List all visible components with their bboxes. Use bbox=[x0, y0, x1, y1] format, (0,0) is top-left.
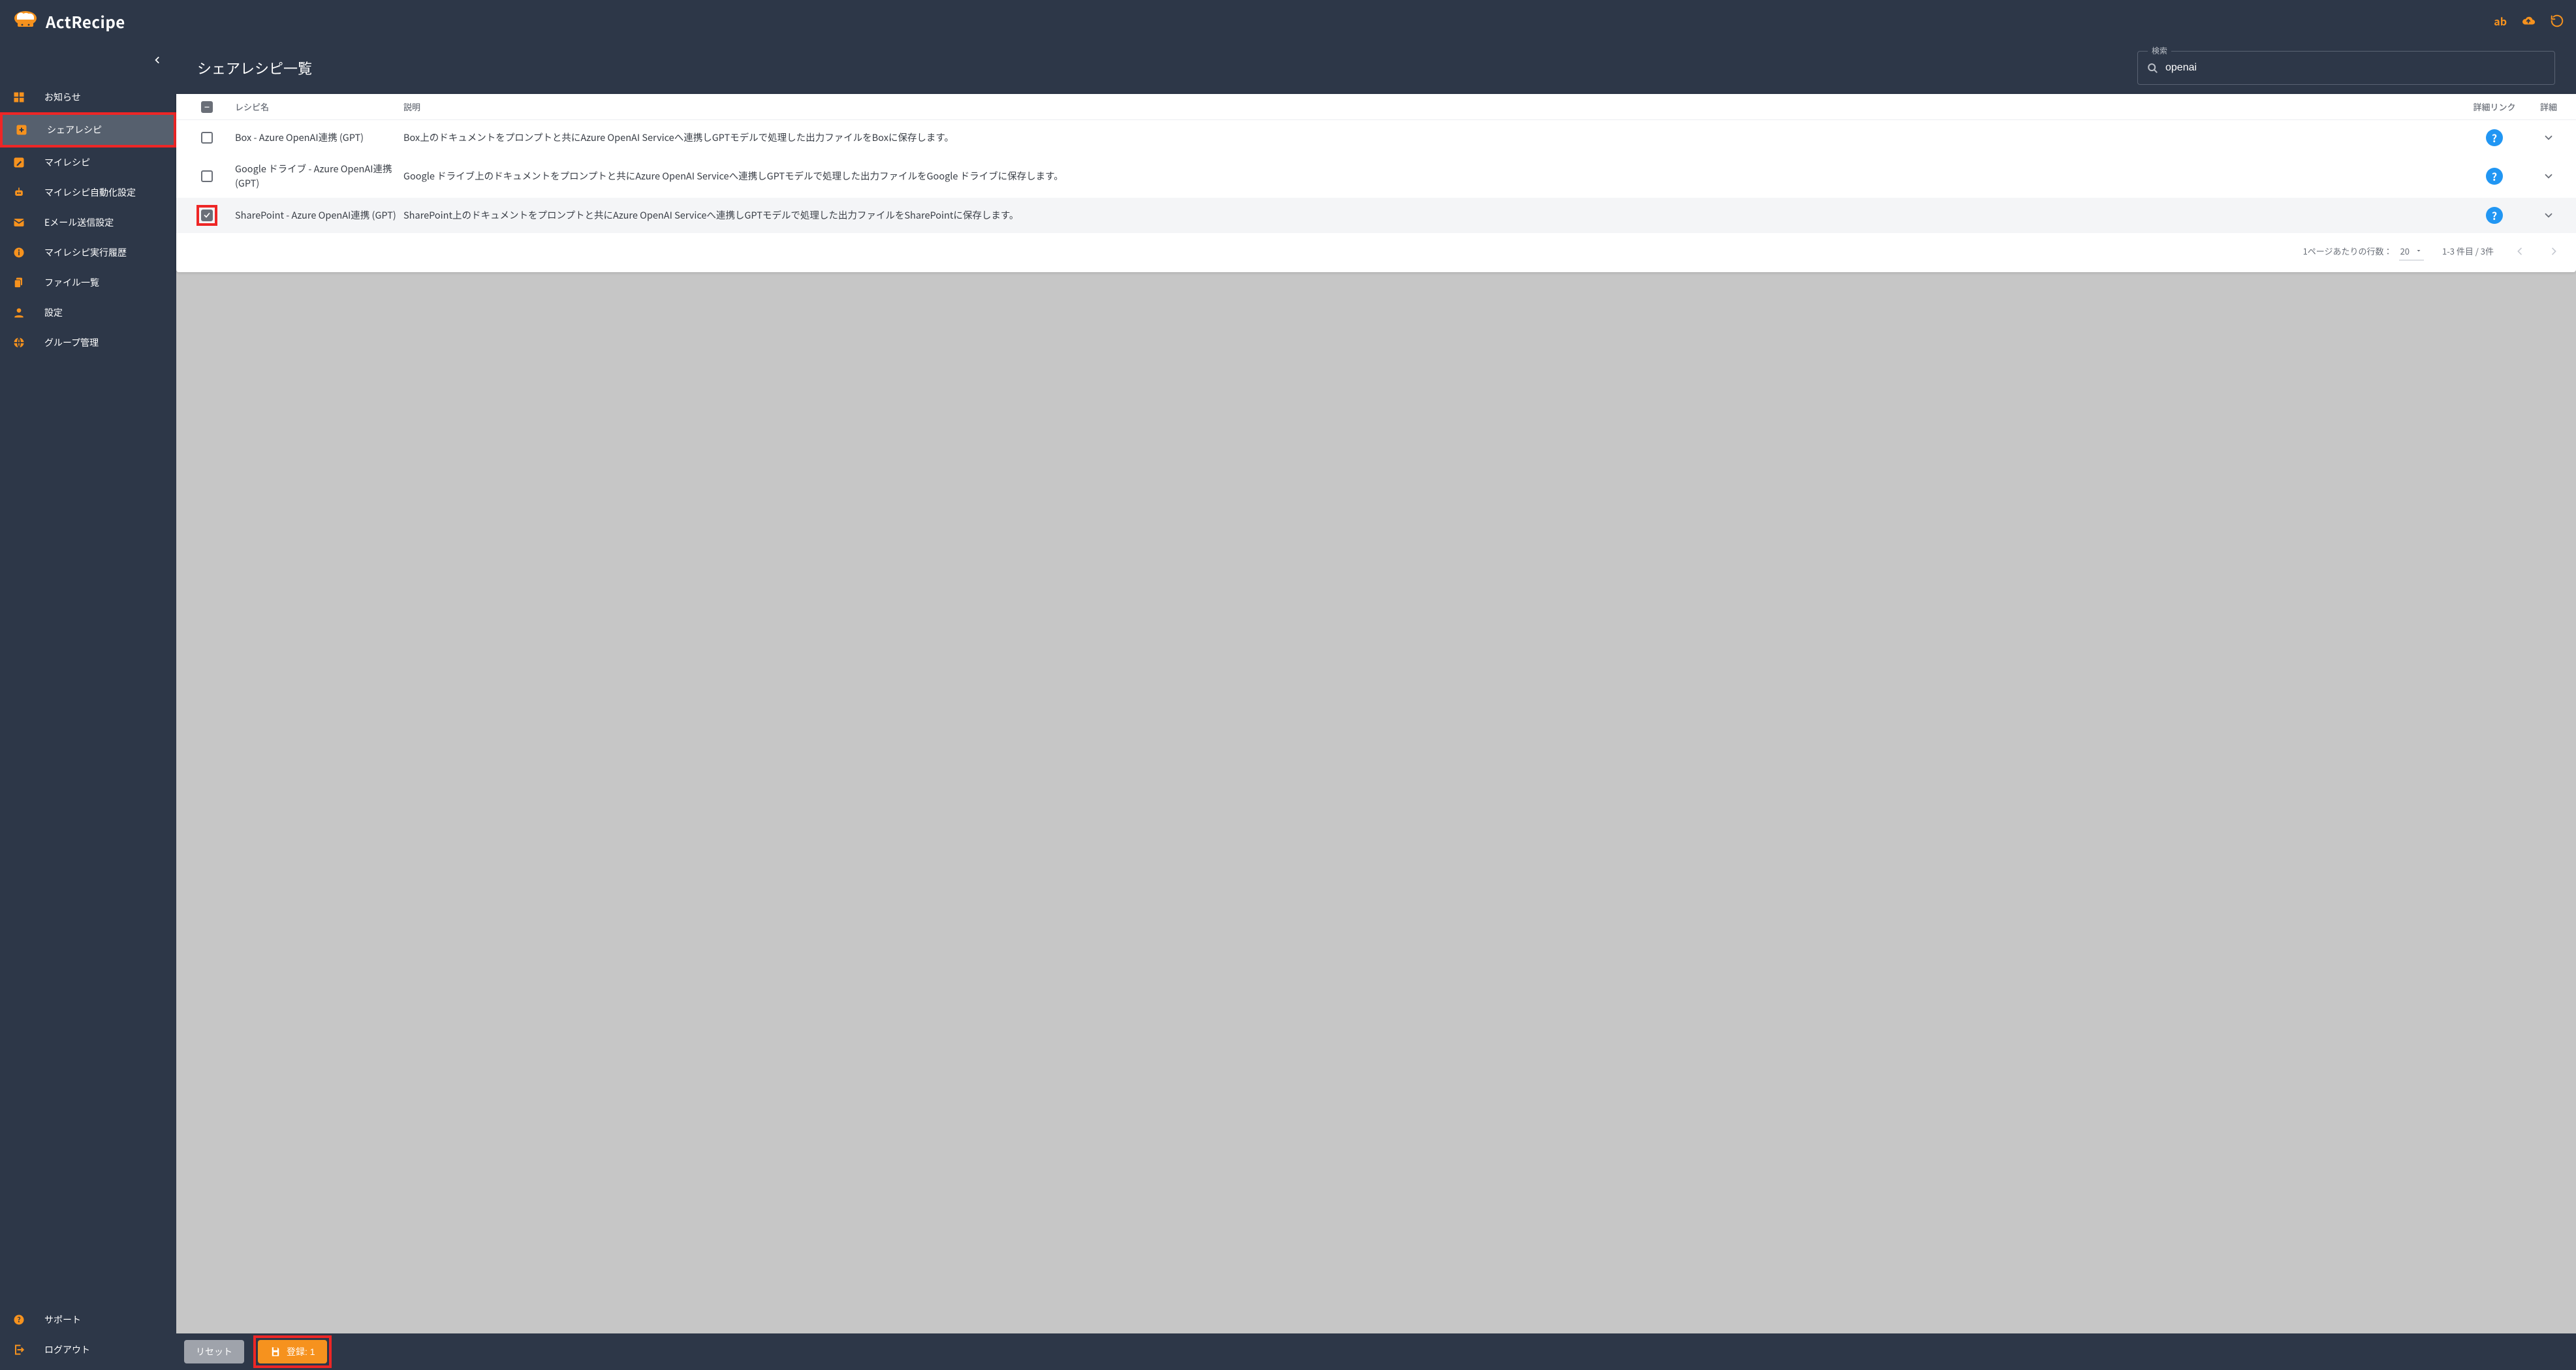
sidebar-item-support[interactable]: ? サポート bbox=[0, 1305, 176, 1335]
sidebar-item-label: お知らせ bbox=[44, 91, 81, 104]
user-label[interactable]: ab bbox=[2494, 13, 2507, 29]
sidebar-item-news[interactable]: お知らせ bbox=[0, 82, 176, 112]
sidebar: お知らせ シェアレシピ マイレシピ bbox=[0, 42, 176, 1370]
register-button[interactable]: 登録: 1 bbox=[258, 1340, 327, 1363]
prev-page-button[interactable] bbox=[2512, 243, 2528, 259]
dashboard-icon bbox=[12, 90, 26, 104]
cell-name: Box - Azure OpenAI連携 (GPT) bbox=[235, 131, 398, 145]
cloud-upload-icon[interactable] bbox=[2521, 14, 2536, 28]
expand-row-button[interactable] bbox=[2529, 170, 2568, 182]
detail-link-button[interactable]: ? bbox=[2486, 168, 2503, 185]
mail-icon bbox=[12, 215, 26, 230]
sidebar-collapse-button[interactable] bbox=[0, 42, 176, 78]
sidebar-item-label: マイレシピ自動化設定 bbox=[44, 186, 136, 199]
sidebar-item-label: グループ管理 bbox=[44, 336, 99, 349]
sidebar-item-label: シェアレシピ bbox=[47, 123, 102, 136]
cell-name: Google ドライブ - Azure OpenAI連携 (GPT) bbox=[235, 162, 398, 191]
save-icon bbox=[270, 1346, 281, 1358]
robot-icon bbox=[12, 185, 26, 200]
expand-row-button[interactable] bbox=[2529, 132, 2568, 144]
logout-icon bbox=[12, 1343, 26, 1357]
cell-desc: SharePoint上のドキュメントをプロンプトと共にAzure OpenAI … bbox=[403, 208, 2460, 223]
col-header-name: レシピ名 bbox=[235, 101, 398, 113]
sidebar-item-files[interactable]: ファイル一覧 bbox=[0, 268, 176, 298]
app-header: ActRecipe ab bbox=[0, 0, 2576, 42]
table-row: Google ドライブ - Azure OpenAI連携 (GPT) Googl… bbox=[176, 155, 2576, 198]
search-label: 検索 bbox=[2148, 45, 2171, 56]
info-icon bbox=[12, 245, 26, 260]
sidebar-item-logout[interactable]: ログアウト bbox=[0, 1335, 176, 1365]
pencil-icon bbox=[12, 155, 26, 170]
sidebar-item-auto[interactable]: マイレシピ自動化設定 bbox=[0, 178, 176, 208]
row-checkbox[interactable] bbox=[201, 170, 213, 182]
register-label: 登録: 1 bbox=[287, 1345, 315, 1358]
sidebar-item-label: サポート bbox=[44, 1313, 81, 1326]
reset-button[interactable]: リセット bbox=[184, 1340, 244, 1363]
cell-desc: Google ドライブ上のドキュメントをプロンプトと共にAzure OpenAI… bbox=[403, 169, 2460, 183]
sidebar-item-label: ファイル一覧 bbox=[44, 276, 99, 289]
person-icon bbox=[12, 305, 26, 320]
page-title: シェアレシピ一覧 bbox=[197, 57, 312, 78]
rows-per-page-label: 1ページあたりの行数： bbox=[2303, 245, 2393, 257]
app-name: ActRecipe bbox=[46, 10, 125, 33]
col-header-link: 詳細リンク bbox=[2465, 101, 2524, 113]
table-row: SharePoint - Azure OpenAI連携 (GPT) ShareP… bbox=[176, 198, 2576, 233]
col-header-desc: 説明 bbox=[403, 101, 2460, 113]
sidebar-item-label: マイレシピ実行履歴 bbox=[44, 246, 127, 259]
recipe-table-card: レシピ名 説明 詳細リンク 詳細 Box - Azure OpenAI連携 (G… bbox=[176, 94, 2576, 272]
row-checkbox[interactable] bbox=[201, 210, 213, 221]
sidebar-item-label: Eメール送信設定 bbox=[44, 216, 114, 229]
sidebar-item-label: ログアウト bbox=[44, 1343, 90, 1356]
sidebar-item-groups[interactable]: グループ管理 bbox=[0, 328, 176, 358]
sidebar-item-history[interactable]: マイレシピ実行履歴 bbox=[0, 238, 176, 268]
search-icon bbox=[2146, 61, 2159, 74]
table-header-row: レシピ名 説明 詳細リンク 詳細 bbox=[176, 94, 2576, 120]
globe-icon bbox=[12, 335, 26, 350]
page-header: シェアレシピ一覧 検索 bbox=[176, 42, 2576, 94]
col-header-detail: 詳細 bbox=[2529, 101, 2568, 113]
header-actions: ab bbox=[2494, 13, 2564, 29]
sidebar-item-share[interactable]: シェアレシピ bbox=[3, 115, 174, 145]
footer-action-bar: リセット 登録: 1 bbox=[176, 1333, 2576, 1370]
table-row: Box - Azure OpenAI連携 (GPT) Box上のドキュメントをプ… bbox=[176, 120, 2576, 155]
expand-row-button[interactable] bbox=[2529, 210, 2568, 221]
main-content: シェアレシピ一覧 検索 bbox=[176, 42, 2576, 1370]
search-input[interactable] bbox=[2165, 62, 2547, 74]
plus-square-icon bbox=[14, 123, 29, 137]
sidebar-item-email[interactable]: Eメール送信設定 bbox=[0, 208, 176, 238]
row-checkbox[interactable] bbox=[201, 132, 213, 144]
reset-label: リセット bbox=[196, 1345, 232, 1358]
chevron-left-icon bbox=[153, 55, 162, 65]
chef-hat-icon bbox=[12, 10, 39, 32]
cell-name: SharePoint - Azure OpenAI連携 (GPT) bbox=[235, 208, 398, 223]
refresh-icon[interactable] bbox=[2550, 14, 2564, 28]
sidebar-item-mine[interactable]: マイレシピ bbox=[0, 148, 176, 178]
sidebar-item-label: 設定 bbox=[44, 306, 63, 319]
rows-per-page-select[interactable]: 20 bbox=[2399, 242, 2424, 260]
pagination-range: 1-3 件目 / 3件 bbox=[2442, 245, 2494, 257]
detail-link-button[interactable]: ? bbox=[2486, 207, 2503, 224]
svg-text:?: ? bbox=[17, 1315, 21, 1325]
sidebar-item-settings[interactable]: 設定 bbox=[0, 298, 176, 328]
search-field[interactable]: 検索 bbox=[2137, 51, 2555, 85]
copy-icon bbox=[12, 275, 26, 290]
rows-per-page-value: 20 bbox=[2400, 245, 2410, 257]
select-all-checkbox[interactable] bbox=[201, 101, 213, 113]
detail-link-button[interactable]: ? bbox=[2486, 129, 2503, 146]
app-logo[interactable]: ActRecipe bbox=[12, 10, 125, 33]
help-icon: ? bbox=[12, 1313, 26, 1327]
sidebar-item-label: マイレシピ bbox=[44, 156, 90, 169]
cell-desc: Box上のドキュメントをプロンプトと共にAzure OpenAI Service… bbox=[403, 131, 2460, 145]
next-page-button[interactable] bbox=[2546, 243, 2562, 259]
pagination-bar: 1ページあたりの行数： 20 1-3 件目 / 3件 bbox=[176, 233, 2576, 272]
